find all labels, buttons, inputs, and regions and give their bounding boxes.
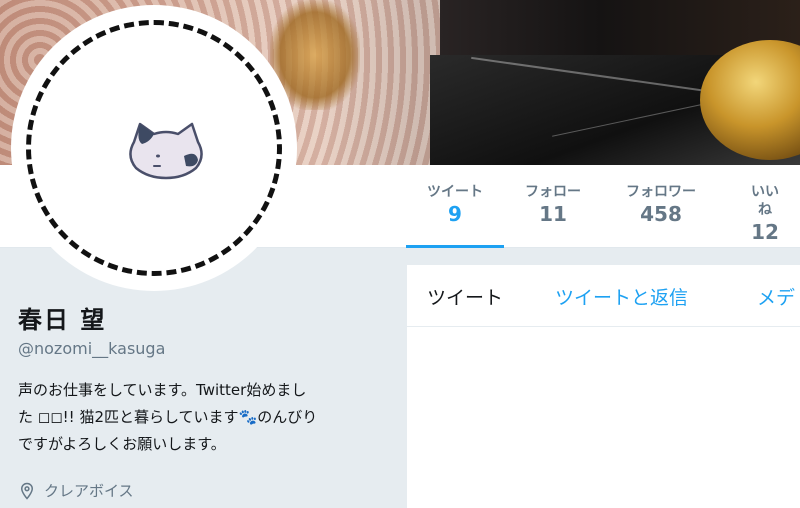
bio-text: のんびり — [257, 408, 318, 426]
timeline-panel: ツイート ツイートと返信 メデ — [407, 265, 800, 508]
stat-tweets-label: ツイート — [427, 184, 483, 200]
bio-line: ですがよろしくお願いします。 — [18, 435, 226, 453]
stat-followers-label: フォロワー — [626, 184, 696, 200]
location-pin-icon — [20, 482, 34, 500]
active-tab-underline — [406, 245, 504, 248]
stat-following[interactable]: フォロー 11 — [525, 183, 581, 227]
stat-following-label: フォロー — [525, 184, 581, 200]
paw-icon: 🐾 — [238, 408, 258, 426]
bio-line: た ◻◻!! 猫2匹と暮らしています🐾のんびり — [18, 404, 393, 431]
cat-face-icon — [129, 122, 203, 180]
location-text: クレアボイス — [44, 482, 134, 500]
avatar[interactable] — [11, 5, 297, 291]
stat-likes-value: 12 — [751, 220, 779, 244]
bio-line: 声のお仕事をしています。Twitter始めまし — [18, 381, 307, 399]
tab-tweets-and-replies[interactable]: ツイートと返信 — [555, 283, 688, 310]
stat-likes-label: いいね — [751, 184, 779, 218]
display-name: 春日 望 — [18, 306, 107, 334]
tab-tweets[interactable]: ツイート — [427, 283, 503, 310]
stat-tweets[interactable]: ツイート 9 — [406, 183, 504, 248]
stat-likes[interactable]: いいね 12 — [748, 183, 783, 245]
profile-bio: 声のお仕事をしています。Twitter始めまし た ◻◻!! 猫2匹と暮らしてい… — [18, 377, 393, 458]
stat-followers-value: 458 — [640, 202, 682, 226]
bio-text: た ◻◻!! 猫2匹と暮らしています — [18, 408, 239, 426]
stat-tweets-value: 9 — [448, 202, 462, 226]
stat-followers[interactable]: フォロワー 458 — [626, 183, 696, 227]
profile-location: クレアボイス — [18, 480, 134, 501]
stat-following-value: 11 — [539, 202, 567, 226]
tab-media[interactable]: メデ — [757, 283, 795, 310]
timeline-tabs: ツイート ツイートと返信 メデ — [407, 265, 800, 327]
username-handle[interactable]: @nozomi__kasuga — [18, 339, 165, 358]
